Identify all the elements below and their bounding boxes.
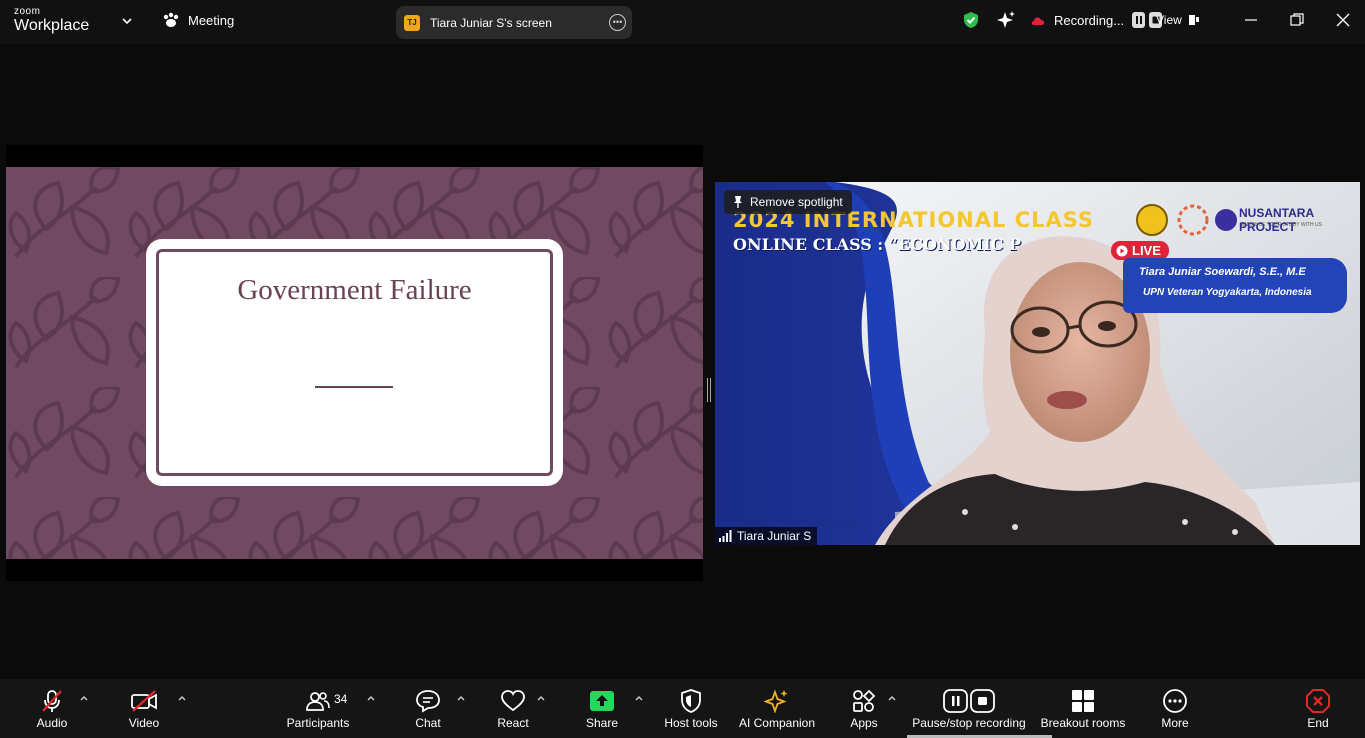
more-button[interactable]: More bbox=[1154, 679, 1196, 738]
close-icon[interactable] bbox=[1335, 12, 1351, 28]
heart-icon bbox=[501, 690, 525, 712]
audio-options-caret-icon[interactable] bbox=[79, 693, 89, 703]
video-off-icon bbox=[131, 690, 157, 712]
pause-stop-recording-button[interactable]: Pause/stop recording bbox=[908, 679, 1030, 738]
sparkle-icon[interactable] bbox=[996, 10, 1016, 30]
apps-button[interactable]: Apps bbox=[844, 679, 884, 738]
end-button[interactable]: End bbox=[1298, 679, 1338, 738]
speaker-lower-third: Tiara Juniar Soewardi, S.E., M.E UPN Vet… bbox=[1123, 258, 1347, 313]
chevron-down-icon[interactable] bbox=[120, 14, 134, 28]
pause-icon[interactable] bbox=[1132, 12, 1146, 28]
view-icon bbox=[1188, 15, 1199, 25]
chat-label: Chat bbox=[415, 716, 441, 730]
breakout-grid-icon bbox=[1072, 690, 1094, 712]
participants-icon bbox=[306, 692, 330, 711]
signal-icon bbox=[719, 530, 732, 542]
banner-subheadline: ONLINE CLASS : “ECONOMIC P bbox=[733, 235, 1022, 254]
speaker-name: Tiara Juniar Soewardi, S.E., M.E bbox=[1139, 266, 1306, 278]
video-options-caret-icon[interactable] bbox=[177, 693, 187, 703]
react-label: React bbox=[497, 716, 529, 730]
slide-card-border: Government Failure bbox=[156, 249, 553, 476]
react-caret-icon[interactable] bbox=[536, 693, 546, 703]
meeting-menu[interactable]: Meeting bbox=[162, 12, 234, 28]
shield-icon bbox=[681, 689, 701, 713]
slide-divider bbox=[315, 386, 393, 388]
share-arrow-icon bbox=[590, 691, 614, 711]
participant-video[interactable]: 2024 INTERNATIONAL CLASS ONLINE CLASS : … bbox=[715, 182, 1360, 545]
video-label: Video bbox=[128, 716, 160, 730]
breakout-rooms-label: Breakout rooms bbox=[1040, 716, 1126, 730]
cloud-record-icon bbox=[1031, 17, 1045, 25]
chat-icon bbox=[416, 690, 440, 713]
meeting-toolbar: Audio Video Participants 34 Chat React S… bbox=[0, 679, 1365, 738]
pin-icon bbox=[734, 196, 742, 208]
recording-status: Recording... bbox=[962, 10, 1163, 30]
pause-stop-icon bbox=[943, 689, 995, 713]
end-icon bbox=[1306, 689, 1330, 713]
participants-label: Participants bbox=[286, 716, 350, 730]
play-icon bbox=[1116, 245, 1128, 256]
mic-muted-icon bbox=[42, 690, 62, 712]
remove-spotlight-label: Remove spotlight bbox=[750, 195, 843, 209]
share-button[interactable]: Share bbox=[582, 679, 622, 738]
remove-spotlight-button[interactable]: Remove spotlight bbox=[724, 190, 852, 214]
host-tools-label: Host tools bbox=[664, 716, 718, 730]
screen-share-indicator[interactable]: TJ Tiara Juniar S's screen ••• bbox=[396, 6, 632, 39]
screen-title: Tiara Juniar S's screen bbox=[430, 15, 552, 30]
share-label: Share bbox=[585, 716, 619, 730]
paw-icon bbox=[163, 12, 179, 27]
brand-tagline: ENHANCE YOUR STUDY WITH US bbox=[1241, 222, 1322, 228]
participants-caret-icon[interactable] bbox=[366, 693, 376, 703]
view-menu[interactable]: View bbox=[1156, 13, 1200, 27]
shield-check-icon[interactable] bbox=[962, 11, 980, 29]
presentation-slide: Government Failure bbox=[6, 167, 703, 559]
apps-caret-icon[interactable] bbox=[887, 693, 897, 703]
logo-big-text: Workplace bbox=[14, 17, 90, 34]
ai-companion-label: AI Companion bbox=[738, 716, 816, 730]
more-label: More bbox=[1161, 716, 1189, 730]
apps-icon bbox=[853, 689, 876, 712]
chat-button[interactable]: Chat bbox=[408, 679, 448, 738]
breakout-rooms-button[interactable]: Breakout rooms bbox=[1038, 679, 1128, 738]
audio-label: Audio bbox=[36, 716, 68, 730]
host-tools-button[interactable]: Host tools bbox=[660, 679, 722, 738]
share-caret-icon[interactable] bbox=[634, 693, 644, 703]
logo-small-text: zoom bbox=[14, 6, 41, 17]
participants-count: 34 bbox=[334, 692, 348, 706]
end-label: End bbox=[1307, 716, 1329, 730]
slide-title-card: Government Failure bbox=[146, 239, 563, 486]
avatar: TJ bbox=[404, 14, 420, 31]
recording-label: Recording... bbox=[1054, 12, 1125, 28]
title-bar: zoom Workplace Meeting TJ Tiara Juniar S… bbox=[0, 0, 1365, 44]
split-resize-handle[interactable] bbox=[707, 378, 711, 402]
audio-button[interactable]: Audio bbox=[32, 679, 72, 738]
video-button[interactable]: Video bbox=[124, 679, 164, 738]
zoom-logo: zoom Workplace bbox=[14, 7, 89, 34]
chat-caret-icon[interactable] bbox=[456, 693, 466, 703]
ai-companion-button[interactable]: AI Companion bbox=[736, 679, 818, 738]
more-circle-icon bbox=[1163, 689, 1187, 713]
live-label: LIVE bbox=[1132, 243, 1161, 258]
slide-title: Government Failure bbox=[237, 274, 472, 306]
brand-name: NUSANTARA PROJECT bbox=[1239, 206, 1314, 234]
react-button[interactable]: React bbox=[492, 679, 534, 738]
participant-name: Tiara Juniar S bbox=[737, 529, 812, 543]
view-label: View bbox=[1156, 13, 1182, 27]
participant-name-tag: Tiara Juniar S bbox=[715, 527, 818, 545]
more-icon[interactable]: ••• bbox=[609, 14, 626, 31]
minimize-icon[interactable] bbox=[1243, 12, 1259, 28]
participants-button[interactable]: Participants bbox=[284, 679, 352, 738]
speaker-affiliation: UPN Veteran Yogyakarta, Indonesia bbox=[1143, 287, 1312, 298]
apps-label: Apps bbox=[850, 716, 878, 730]
pause-stop-recording-label: Pause/stop recording bbox=[912, 716, 1026, 730]
ai-sparkle-icon bbox=[764, 689, 788, 713]
meeting-label: Meeting bbox=[188, 12, 235, 28]
restore-icon[interactable] bbox=[1289, 12, 1305, 28]
